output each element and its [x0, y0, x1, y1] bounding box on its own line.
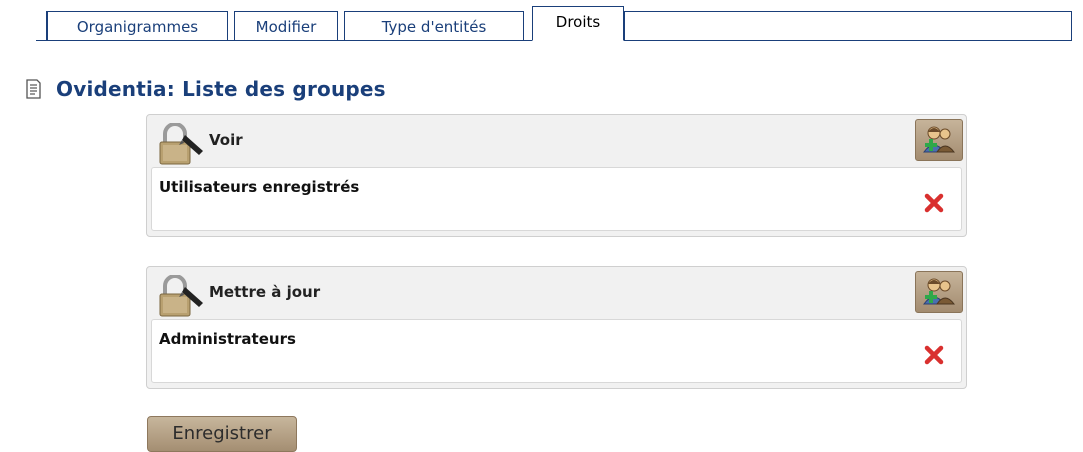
delete-icon[interactable] — [923, 344, 945, 366]
add-group-button[interactable] — [915, 271, 963, 313]
rights-panel-voir: Voir Utilisateurs enregistrés — [146, 114, 967, 237]
panel-title: Voir — [209, 131, 243, 149]
group-name: Administrateurs — [159, 330, 296, 348]
group-list: Utilisateurs enregistrés — [151, 167, 962, 231]
tab-filler — [624, 11, 1072, 40]
tab-bar: Organigrammes Modifier Type d'entités Dr… — [0, 0, 1083, 42]
panel-header: Voir — [147, 115, 966, 167]
lock-pen-icon — [159, 275, 203, 317]
add-group-icon — [923, 126, 956, 153]
panel-title: Mettre à jour — [209, 283, 321, 301]
tab-droits[interactable]: Droits — [532, 6, 624, 41]
add-group-icon — [923, 278, 956, 305]
add-group-button[interactable] — [915, 119, 963, 161]
delete-icon[interactable] — [923, 192, 945, 214]
page-header: Ovidentia: Liste des groupes — [24, 77, 386, 101]
panel-header: Mettre à jour — [147, 267, 966, 319]
rights-panel-mettre-a-jour: Mettre à jour Administrateurs — [146, 266, 967, 389]
group-list: Administrateurs — [151, 319, 962, 383]
tab-modifier[interactable]: Modifier — [234, 11, 338, 40]
tab-organigrammes[interactable]: Organigrammes — [46, 11, 228, 40]
lock-pen-icon — [159, 123, 203, 165]
group-name: Utilisateurs enregistrés — [159, 178, 360, 196]
tab-type-entites[interactable]: Type d'entités — [344, 11, 524, 40]
document-icon — [26, 79, 41, 99]
save-button[interactable]: Enregistrer — [147, 416, 297, 452]
page-title: Ovidentia: Liste des groupes — [56, 77, 386, 101]
